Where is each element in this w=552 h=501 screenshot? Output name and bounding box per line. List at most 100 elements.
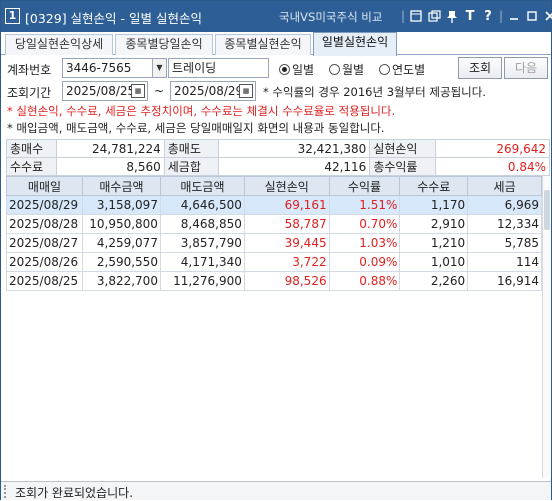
account-label: 계좌번호 (7, 63, 52, 77)
cell-buy: 3,158,097 (81, 195, 161, 215)
tax-sum-value: 42,116 (217, 157, 371, 176)
copy-icon[interactable] (425, 7, 443, 25)
table-row[interactable]: 2025/08/26 2,590,550 4,171,340 3,722 0.0… (6, 252, 542, 272)
radio-daily-dot (279, 64, 290, 75)
cell-fee: 2,910 (399, 214, 469, 234)
compare-link[interactable]: 국내VS미국주식 비교 (279, 9, 382, 25)
fee-label: 수수료 (6, 157, 57, 176)
cell-tax: 114 (467, 252, 542, 272)
radio-monthly-dot (329, 64, 340, 75)
cell-date: 2025/08/29 (6, 195, 83, 215)
tab-stock-realized-pnl[interactable]: 종목별실현손익 (215, 34, 311, 55)
tab-daily-detail[interactable]: 당일실현손익상세 (5, 34, 113, 55)
help-icon[interactable]: ? (479, 7, 497, 25)
same-as-journal-notice: * 매입금액, 매도금액, 수수료, 세금은 당일매매일지 화면의 내용과 동일… (7, 121, 385, 135)
cell-tax: 12,334 (467, 214, 542, 234)
calendar-from-icon[interactable]: ▦ (131, 84, 145, 98)
cell-buy: 4,259,077 (81, 233, 161, 253)
table-row[interactable]: 2025/08/27 4,259,077 3,857,790 39,445 1.… (6, 233, 542, 253)
cell-buy: 2,590,550 (81, 252, 161, 272)
cell-date: 2025/08/28 (6, 214, 83, 234)
tab-stock-daily-pnl[interactable]: 종목별당일손익 (115, 34, 213, 55)
title-icons: | T ? | (399, 7, 552, 25)
window: 1 [0329] 실현손익 - 일별 실현손익 국내VS미국주식 비교 | T … (0, 0, 552, 500)
cell-sell: 3,857,790 (159, 233, 245, 253)
cell-sell: 4,646,500 (159, 195, 245, 215)
estimate-notice: * 실현손익, 수수료, 세금은 추정치이며, 수수료는 체결시 수수료율로 적… (7, 104, 396, 118)
cell-pnl: 3,722 (243, 252, 330, 272)
cell-fee: 2,260 (399, 271, 469, 291)
table-row[interactable]: 2025/08/28 10,950,800 8,468,850 58,787 0… (6, 214, 542, 234)
next-button[interactable]: 다음 (504, 57, 548, 79)
cell-pnl: 58,787 (243, 214, 330, 234)
col-sell-amount[interactable]: 매도금액 (159, 176, 245, 196)
window-title: [0329] 실현손익 - 일별 실현손익 (25, 11, 202, 26)
cell-sell: 8,468,850 (159, 214, 245, 234)
col-realized-pnl[interactable]: 실현손익 (243, 176, 330, 196)
table-row[interactable]: 2025/08/25 3,822,700 11,276,900 98,526 0… (6, 271, 542, 291)
title-bar: 1 [0329] 실현손익 - 일별 실현손익 국내VS미국주식 비교 | T … (1, 1, 552, 32)
cell-rate: 1.51% (328, 195, 401, 215)
minimize-icon[interactable] (505, 7, 523, 25)
cell-tax: 16,914 (467, 271, 542, 291)
query-period-label: 조회기간 (7, 86, 52, 100)
cell-fee: 1,010 (399, 252, 469, 272)
scrollbar-thumb[interactable] (544, 190, 550, 230)
cell-pnl: 98,526 (243, 271, 330, 291)
maximize-icon[interactable] (523, 7, 541, 25)
cell-rate: 0.09% (328, 252, 401, 272)
pin-icon[interactable] (443, 7, 461, 25)
summary-row: 수수료 8,560 세금합 42,116 총수익률 0.84% (6, 157, 550, 176)
cell-date: 2025/08/27 (6, 233, 83, 253)
total-return-value: 0.84% (435, 157, 550, 176)
font-size-icon[interactable]: T (461, 7, 479, 25)
cell-fee: 1,210 (399, 233, 469, 253)
cell-fee: 1,170 (399, 195, 469, 215)
col-return-rate[interactable]: 수익률 (328, 176, 401, 196)
search-button[interactable]: 조회 (458, 57, 502, 79)
account-number-field[interactable]: 3446-7565 (62, 58, 154, 78)
status-grip (4, 485, 7, 498)
col-buy-amount[interactable]: 매수금액 (81, 176, 161, 196)
vertical-scrollbar[interactable] (542, 176, 550, 478)
radio-daily[interactable]: 일별 (279, 61, 314, 78)
cell-pnl: 39,445 (243, 233, 330, 253)
col-trade-date[interactable]: 매매일 (6, 176, 83, 196)
realized-pnl-label: 실현손익 (369, 139, 437, 158)
calendar-to-icon[interactable]: ▦ (239, 84, 253, 98)
separator: | (498, 9, 504, 23)
cell-buy: 3,822,700 (81, 271, 161, 291)
cell-buy: 10,950,800 (81, 214, 161, 234)
col-tax[interactable]: 세금 (467, 176, 542, 196)
rate-notice: * 수익률의 경우 2016년 3월부터 제공됩니다. (263, 85, 486, 99)
date-separator: ~ (154, 84, 165, 98)
fee-value: 8,560 (55, 157, 165, 176)
radio-yearly[interactable]: 연도별 (379, 61, 425, 78)
window-icon[interactable] (407, 7, 425, 25)
tab-daily-realized-pnl[interactable]: 일별실현손익 (313, 32, 397, 56)
account-dropdown-button[interactable]: ▼ (152, 58, 167, 78)
tax-sum-label: 세금합 (163, 157, 219, 176)
col-fee[interactable]: 수수료 (399, 176, 469, 196)
cell-sell: 11,276,900 (159, 271, 245, 291)
tab-bar: 당일실현손익상세 종목별당일손익 종목별실현손익 일별실현손익 (1, 32, 551, 56)
total-return-label: 총수익률 (369, 157, 437, 176)
separator: | (400, 9, 406, 23)
radio-monthly-label: 월별 (342, 63, 365, 77)
screen-number-badge: 1 (5, 8, 20, 24)
status-message: 조회가 완료되었습니다. (15, 486, 134, 500)
total-buy-label: 총매수 (6, 139, 57, 158)
close-icon[interactable] (541, 7, 552, 25)
radio-monthly[interactable]: 월별 (329, 61, 364, 78)
radio-yearly-label: 연도별 (392, 63, 426, 77)
total-buy-value: 24,781,224 (55, 139, 165, 158)
summary-table: 총매수 24,781,224 총매도 32,421,380 실현손익 269,6… (6, 139, 550, 176)
status-bar: 조회가 완료되었습니다. (1, 481, 551, 500)
radio-yearly-dot (379, 64, 390, 75)
cell-sell: 4,171,340 (159, 252, 245, 272)
total-sell-value: 32,421,380 (217, 139, 371, 158)
table-row[interactable]: 2025/08/29 3,158,097 4,646,500 69,161 1.… (6, 195, 542, 215)
cell-tax: 5,785 (467, 233, 542, 253)
cell-tax: 6,969 (467, 195, 542, 215)
account-type-field: 트레이딩 (168, 58, 269, 78)
